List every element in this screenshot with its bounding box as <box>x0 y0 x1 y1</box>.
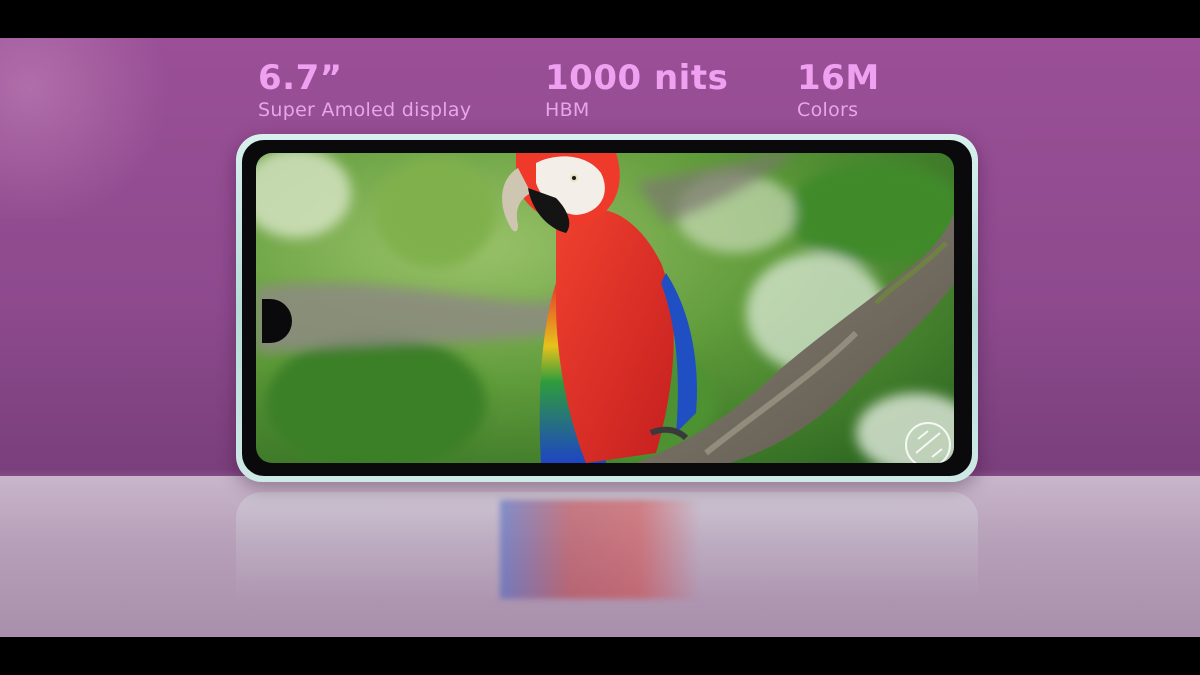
spec-brightness: 1000 nits HBM <box>545 58 728 122</box>
bottom-letterbox <box>0 637 1200 675</box>
spec-label: Colors <box>797 99 859 121</box>
spec-value: 6.7” <box>258 58 343 98</box>
spec-value: 1000 nits <box>545 58 729 98</box>
spec-label: HBM <box>545 99 590 121</box>
spec-display-size: 6.7” Super Amoled display <box>258 58 471 122</box>
smartphone <box>236 134 978 482</box>
top-letterbox <box>0 0 1200 38</box>
parrot-reflection <box>500 500 700 599</box>
phone-bezel <box>242 140 972 476</box>
spec-value: 16M <box>797 58 880 98</box>
spec-colors: 16M Colors <box>797 58 880 122</box>
spec-label: Super Amoled display <box>258 99 472 121</box>
background-glow <box>0 38 180 218</box>
phone-screen <box>256 153 954 463</box>
parrot-photo <box>256 153 954 463</box>
